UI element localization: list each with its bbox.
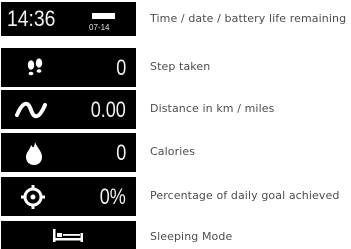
description-calories: Calories	[150, 145, 196, 158]
legend-row-distance: 0.00 Distance in km / miles	[0, 90, 351, 130]
footprints-icon	[21, 48, 49, 87]
legend-row-time: 14:36 07-14 Time / date / battery life r…	[0, 0, 351, 38]
watch-screen-sleep	[1, 221, 136, 249]
watch-screen-goal: 0%	[1, 177, 136, 216]
date-display: 07-14	[89, 23, 110, 32]
legend-row-calories: 0 Calories	[0, 133, 351, 173]
watch-screen-time: 14:36 07-14	[1, 2, 136, 36]
description-time: Time / date / battery life remaining	[150, 12, 347, 25]
description-sleep: Sleeping Mode	[150, 230, 233, 243]
watch-screen-distance: 0.00	[1, 90, 136, 129]
description-goal: Percentage of daily goal achieved	[150, 189, 340, 202]
flame-drop-icon	[21, 133, 47, 172]
goal-value: 0%	[99, 183, 126, 209]
description-steps: Step taken	[150, 60, 211, 73]
battery-indicator-icon	[92, 13, 115, 19]
distance-wave-icon	[13, 90, 49, 129]
legend-row-steps: 0 Step taken	[0, 48, 351, 88]
target-crosshair-icon	[18, 177, 48, 216]
watch-screen-calories: 0	[1, 133, 136, 172]
legend-row-sleep: Sleeping Mode	[0, 221, 351, 249]
calories-value: 0	[115, 139, 126, 165]
distance-value: 0.00	[90, 96, 126, 122]
description-distance: Distance in km / miles	[150, 102, 275, 115]
watch-screen-steps: 0	[1, 48, 136, 87]
legend-row-goal: 0% Percentage of daily goal achieved	[0, 177, 351, 217]
bed-icon	[49, 221, 87, 249]
time-display: 14:36	[7, 6, 56, 31]
steps-value: 0	[115, 54, 126, 80]
